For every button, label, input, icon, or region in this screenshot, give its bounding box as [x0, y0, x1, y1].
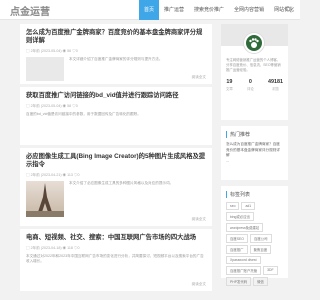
post-title[interactable]: 怎么成为百度推广金牌商家？百度竞价的基本盘金牌商家评分规则详解: [26, 29, 206, 45]
post-meta: ▢ 2年前 (2023-04-21) ◉ 113 ♡0: [26, 173, 80, 177]
post-list: 怎么成为百度推广金牌商家？百度竞价的基本盘金牌商家评分规则详解 ▢ 2年前 (2…: [20, 24, 212, 294]
read-more-link[interactable]: 阅读全文: [192, 75, 206, 80]
main-nav: 首页 推广运营 搜索竞价推广 全网内容营销 网站优化: [139, 0, 299, 20]
profile-banner: [221, 24, 288, 54]
tag-item[interactable]: 百度公司: [249, 234, 272, 243]
nav-item-content-marketing[interactable]: 全网内容营销: [229, 0, 269, 20]
post-meta: ▢ 2年前 (2023-04-18) ◉ 118 ♡0: [26, 246, 80, 250]
tag-item[interactable]: 3DF: [263, 266, 278, 275]
post-excerpt: 百度的bd_vid值是访问链接中的参数，用于数据回传及广告转化的跟踪。: [26, 112, 141, 116]
nav-item-sem[interactable]: 搜索竞价推广: [189, 0, 229, 20]
stat-articles: 19 文章: [226, 79, 233, 91]
search-icon[interactable]: [285, 6, 292, 13]
post-excerpt: 本文详细介绍了百度推广金牌商家的评分规则与提升方法。: [69, 57, 163, 61]
tag-item[interactable]: seo: [226, 202, 240, 210]
stat-label: 浏览: [272, 87, 279, 91]
post-title[interactable]: 获取百度推广访问链接的bd_vid值并进行跟踪访问路径: [26, 92, 206, 100]
tag-item[interactable]: wordpress免费建站: [226, 223, 264, 232]
profile-widget: 专注网络营销推广运营的个人博客，分享百度竞价、信息流、SEO等营销推广运营经验。…: [221, 24, 288, 120]
top-header: 点金运营 首页 推广运营 搜索竞价推广 全网内容营销 网站优化: [0, 0, 300, 20]
widget-title: 热门推荐: [226, 131, 283, 138]
post-card: 电商、短视频、社交、搜索：中国互联网广告市场的四大战场 ▢ 2年前 (2023-…: [20, 229, 212, 291]
widget-title: 标签列表: [226, 191, 283, 198]
tag-cloud: seo ad1 bing或必应出 wordpress免费建站 百度SEO 百度公…: [226, 202, 283, 286]
tag-item[interactable]: bing或必应出: [226, 212, 254, 221]
post-meta: ▢ 2年前 (2023-05-04) ◉ 56 ♡0: [26, 49, 78, 53]
paw-logo-icon: [246, 35, 262, 51]
read-more-link[interactable]: 阅读全文: [192, 282, 206, 287]
post-card: 获取百度推广访问链接的bd_vid值并进行跟踪访问路径 ▢ 2年前 (2023-…: [20, 87, 212, 145]
nav-item-promotion[interactable]: 推广运营: [159, 0, 189, 20]
tag-item[interactable]: PHP发代码: [226, 277, 252, 286]
recommend-item[interactable]: ...: [226, 159, 283, 165]
post-card: 必应图像生成工具(Bing Image Creator)的5种图片生成风格及提示…: [20, 148, 212, 226]
profile-stats: 19 文章 0 评论 49181 浏览: [226, 79, 283, 91]
stat-label: 评论: [247, 87, 254, 91]
recommend-item[interactable]: 怎么成为百度推广金牌商家？百度竞价的基本盘金牌商家评分规则详解: [226, 142, 283, 159]
stat-value: 49181: [268, 79, 283, 85]
tag-item[interactable]: ad1: [241, 202, 256, 210]
tag-item[interactable]: 微信: [253, 277, 268, 286]
avatar[interactable]: [243, 32, 265, 54]
tag-item[interactable]: 百度推广: [226, 245, 248, 254]
recommend-widget: 热门推荐 怎么成为百度推广金牌商家？百度竞价的基本盘金牌商家评分规则详解 ...: [221, 126, 288, 180]
post-thumbnail[interactable]: [26, 57, 64, 81]
tag-item[interactable]: Xpassword divest: [226, 256, 261, 264]
stat-views: 49181 浏览: [268, 79, 283, 91]
tag-item[interactable]: 百度推广账户托管: [226, 266, 262, 275]
post-title[interactable]: 必应图像生成工具(Bing Image Creator)的5种图片生成风格及提示…: [26, 153, 206, 169]
profile-description: 专注网络营销推广运营的个人博客，分享百度竞价、信息流、SEO等营销推广运营经验。: [226, 58, 281, 72]
post-excerpt: 本文介绍了必应图像生成工具的多种图片风格以及对应的提示词。: [69, 181, 174, 185]
stat-value: 0: [248, 79, 252, 85]
site-logo[interactable]: 点金运营: [10, 3, 50, 18]
tags-widget: 标签列表 seo ad1 bing或必应出 wordpress免费建站 百度SE…: [221, 186, 288, 286]
stat-comments: 0 评论: [247, 79, 254, 91]
read-more-link[interactable]: 阅读全文: [192, 217, 206, 222]
eiffel-tower-image[interactable]: [26, 181, 64, 217]
post-card: 怎么成为百度推广金牌商家？百度竞价的基本盘金牌商家评分规则详解 ▢ 2年前 (2…: [20, 24, 212, 84]
post-title[interactable]: 电商、短视频、社交、搜索：中国互联网广告市场的四大战场: [26, 234, 206, 242]
nav-item-home[interactable]: 首页: [139, 0, 160, 20]
tag-item[interactable]: 聚焦百度: [249, 245, 272, 254]
post-excerpt: 本文通过对2022年和2023年中国互联网广告市场的变化进行分析，并简要探讨，短…: [26, 254, 204, 263]
stat-value: 19: [226, 79, 233, 85]
sidebar: 专注网络营销推广运营的个人博客，分享百度竞价、信息流、SEO等营销推广运营经验。…: [221, 24, 288, 286]
post-meta: ▢ 2年前 (2023-05-04) ◉ 58 ♡0: [26, 104, 78, 108]
stat-label: 文章: [226, 87, 233, 91]
tag-item[interactable]: 百度SEO: [226, 234, 248, 243]
